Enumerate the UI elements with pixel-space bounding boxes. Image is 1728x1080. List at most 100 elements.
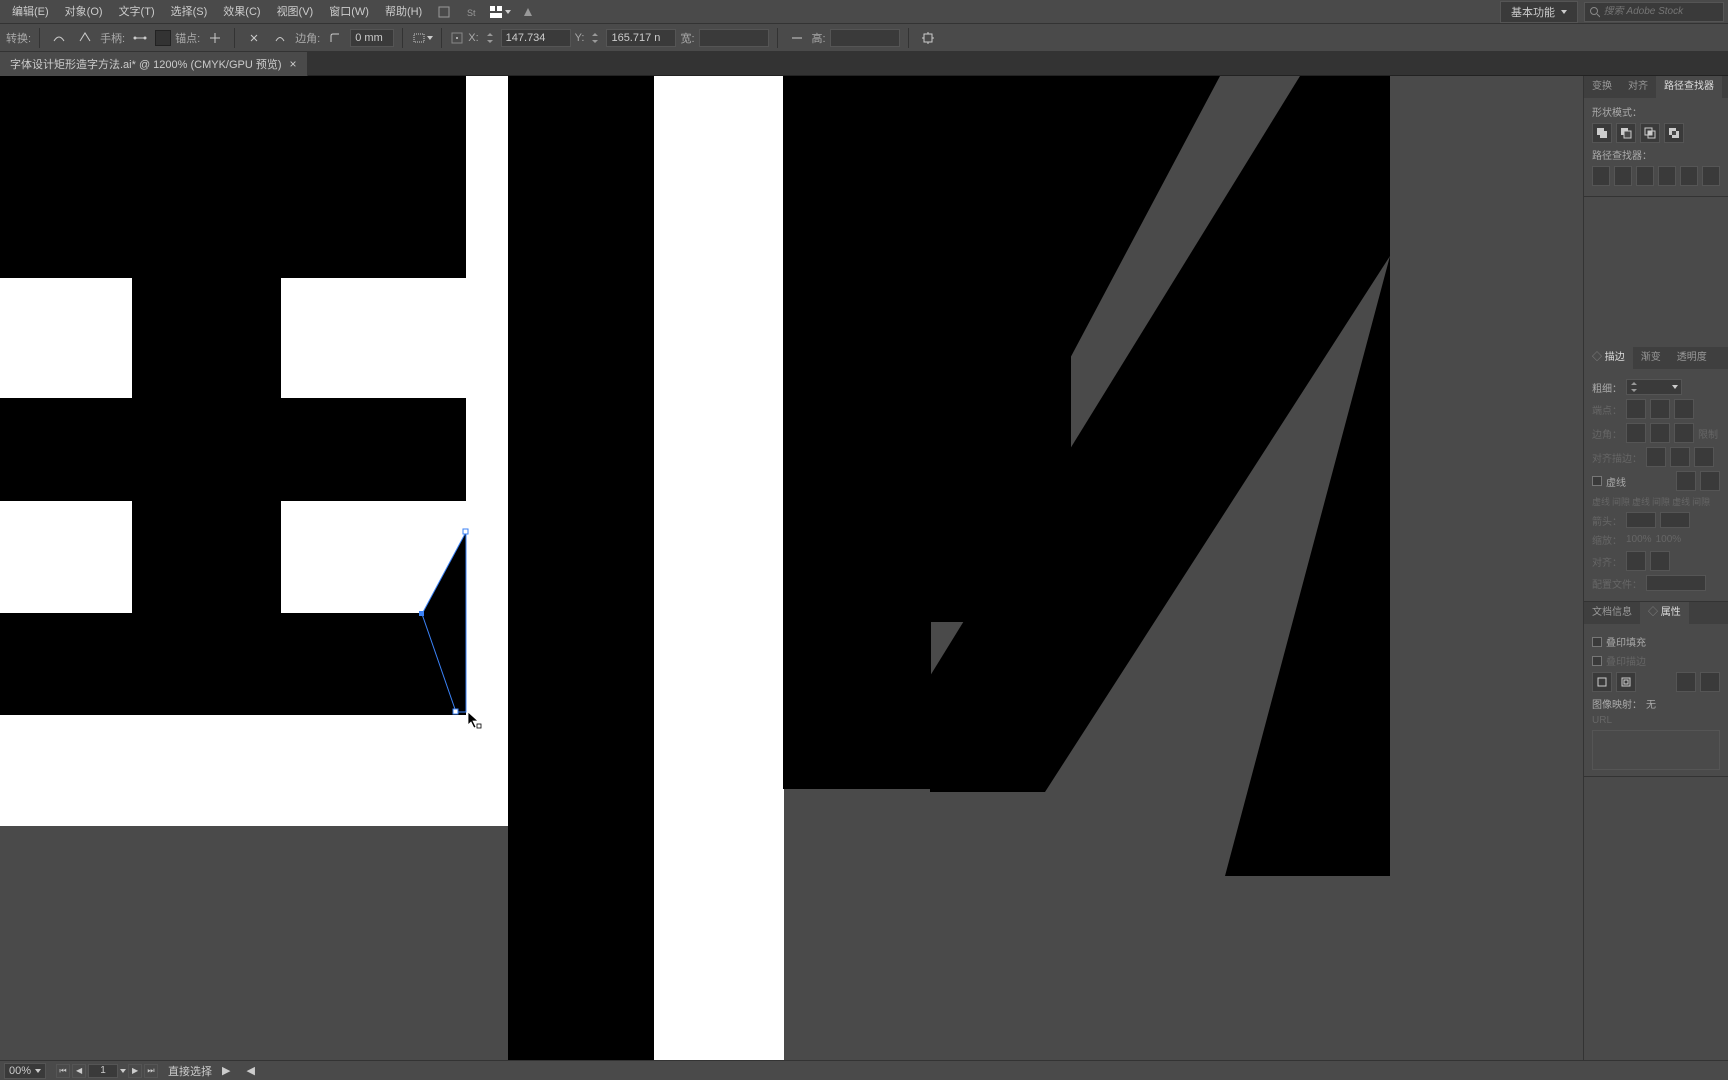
first-artboard-button[interactable]: ⏮ bbox=[56, 1064, 70, 1078]
corner-radius-input[interactable] bbox=[350, 29, 394, 47]
corner-label: 边角: bbox=[295, 30, 320, 46]
cap-square-icon bbox=[1674, 399, 1694, 419]
pathfinders-label: 路径查找器： bbox=[1592, 147, 1720, 162]
tab-transform[interactable]: 变换 bbox=[1584, 76, 1620, 98]
cutout bbox=[0, 278, 132, 398]
next-artboard-button[interactable]: ▶ bbox=[128, 1064, 142, 1078]
menu-edit[interactable]: 编辑(E) bbox=[4, 0, 57, 24]
prev-artboard-button[interactable]: ◀ bbox=[72, 1064, 86, 1078]
alignstroke-label: 对齐描边： bbox=[1592, 450, 1642, 465]
w-input bbox=[699, 29, 769, 47]
status-scroll-left-icon[interactable]: ◀ bbox=[247, 1064, 255, 1077]
zoom-selector[interactable]: 00% bbox=[4, 1063, 46, 1079]
menu-view[interactable]: 视图(V) bbox=[269, 0, 322, 24]
menu-type[interactable]: 文字(T) bbox=[111, 0, 163, 24]
tool-mode-label: 转换: bbox=[6, 30, 31, 46]
trim-icon[interactable] bbox=[1614, 166, 1632, 186]
current-tool-label: 直接选择 bbox=[168, 1063, 212, 1079]
minus-back-icon[interactable] bbox=[1702, 166, 1720, 186]
tab-attributes[interactable]: ◇ 属性 bbox=[1640, 602, 1689, 624]
dashed-label: 虚线 bbox=[1606, 474, 1626, 489]
y-input[interactable] bbox=[606, 29, 676, 47]
menu-window[interactable]: 窗口(W) bbox=[321, 0, 377, 24]
document-tab[interactable]: 字体设计矩形造字方法.ai* @ 1200% (CMYK/GPU 预览) × bbox=[0, 52, 308, 76]
url-field bbox=[1592, 730, 1720, 770]
overprint-fill-checkbox[interactable] bbox=[1592, 637, 1602, 647]
show-center-icon bbox=[1676, 672, 1696, 692]
connect-path-icon[interactable] bbox=[269, 27, 291, 49]
convert-corner-icon[interactable] bbox=[74, 27, 96, 49]
close-tab-icon[interactable]: × bbox=[290, 57, 297, 71]
dash-preserve-icon[interactable] bbox=[1676, 471, 1696, 491]
show-handles-icon[interactable] bbox=[129, 27, 151, 49]
cap-label: 端点： bbox=[1592, 402, 1622, 417]
align-end-icon bbox=[1650, 551, 1670, 571]
stock-icon[interactable]: St bbox=[460, 2, 484, 22]
join-bevel-icon bbox=[1674, 423, 1694, 443]
w-label: 宽: bbox=[680, 30, 694, 46]
corner-join-label: 边角： bbox=[1592, 426, 1622, 441]
crop-icon[interactable] bbox=[1658, 166, 1676, 186]
workspace-selector[interactable]: 基本功能 bbox=[1500, 1, 1578, 23]
arrange-icon[interactable] bbox=[488, 2, 512, 22]
tab-docinfo[interactable]: 文档信息 bbox=[1584, 602, 1640, 624]
intersect-icon[interactable] bbox=[1640, 123, 1660, 143]
weight-input[interactable] bbox=[1626, 379, 1682, 395]
black-shape bbox=[783, 76, 931, 789]
handle-label: 手柄: bbox=[100, 30, 125, 46]
convert-smooth-icon[interactable] bbox=[48, 27, 70, 49]
right-panels: 变换 对齐 路径查找器 形状模式： 路径查找器： bbox=[1583, 76, 1728, 1060]
join-round-icon bbox=[1650, 423, 1670, 443]
dashed-checkbox[interactable] bbox=[1592, 476, 1602, 486]
divide-icon[interactable] bbox=[1592, 166, 1610, 186]
tab-gradient[interactable]: 渐变 bbox=[1633, 347, 1669, 369]
align-selection-icon[interactable] bbox=[411, 27, 433, 49]
tab-transparency[interactable]: 透明度 bbox=[1669, 347, 1715, 369]
h-align-icon[interactable] bbox=[786, 27, 808, 49]
even-odd-icon[interactable] bbox=[1592, 672, 1612, 692]
hide-center-icon bbox=[1700, 672, 1720, 692]
tab-pathfinder[interactable]: 路径查找器 bbox=[1656, 76, 1722, 98]
cutout bbox=[281, 501, 466, 613]
status-arrow-icon[interactable]: ▶ bbox=[222, 1064, 230, 1077]
cap-round-icon bbox=[1650, 399, 1670, 419]
black-shape bbox=[0, 76, 466, 278]
touch-icon[interactable] bbox=[432, 2, 456, 22]
last-artboard-button[interactable]: ⏭ bbox=[144, 1064, 158, 1078]
fill-swatch[interactable] bbox=[155, 30, 171, 46]
cut-path-icon[interactable] bbox=[243, 27, 265, 49]
search-box[interactable] bbox=[1584, 2, 1724, 22]
work-area: 变换 对齐 路径查找器 形状模式： 路径查找器： bbox=[0, 76, 1728, 1060]
corner-type-icon[interactable] bbox=[324, 27, 346, 49]
menu-select[interactable]: 选择(S) bbox=[163, 0, 216, 24]
menu-help[interactable]: 帮助(H) bbox=[377, 0, 430, 24]
cap-butt-icon bbox=[1626, 399, 1646, 419]
x-input[interactable] bbox=[501, 29, 571, 47]
remove-anchor-icon[interactable] bbox=[204, 27, 226, 49]
menu-object[interactable]: 对象(O) bbox=[57, 0, 111, 24]
artboard-number-input[interactable] bbox=[88, 1064, 118, 1078]
search-input[interactable] bbox=[1604, 6, 1719, 17]
x-stepper-icon[interactable] bbox=[483, 27, 497, 49]
non-zero-icon[interactable] bbox=[1616, 672, 1636, 692]
outline-icon[interactable] bbox=[1680, 166, 1698, 186]
reference-point-icon[interactable] bbox=[450, 27, 464, 49]
dash-align-icon[interactable] bbox=[1700, 471, 1720, 491]
menu-effect[interactable]: 效果(C) bbox=[215, 0, 268, 24]
h-label: 高: bbox=[812, 30, 826, 46]
tab-stroke[interactable]: ◇ 描边 bbox=[1584, 347, 1633, 369]
minus-front-icon[interactable] bbox=[1616, 123, 1636, 143]
unite-icon[interactable] bbox=[1592, 123, 1612, 143]
gpu-icon[interactable] bbox=[516, 2, 540, 22]
canvas[interactable] bbox=[0, 76, 1583, 1060]
svg-text:St: St bbox=[467, 8, 476, 18]
merge-icon[interactable] bbox=[1636, 166, 1654, 186]
overprint-stroke-label: 叠印描边 bbox=[1606, 653, 1646, 668]
isolate-icon[interactable] bbox=[917, 27, 939, 49]
y-label: Y: bbox=[575, 32, 585, 44]
status-bar: 00% ⏮ ◀ ▶ ⏭ 直接选择 ▶ ◀ bbox=[0, 1060, 1728, 1080]
y-stepper-icon[interactable] bbox=[588, 27, 602, 49]
tab-align[interactable]: 对齐 bbox=[1620, 76, 1656, 98]
arrow-end bbox=[1660, 512, 1690, 528]
exclude-icon[interactable] bbox=[1664, 123, 1684, 143]
